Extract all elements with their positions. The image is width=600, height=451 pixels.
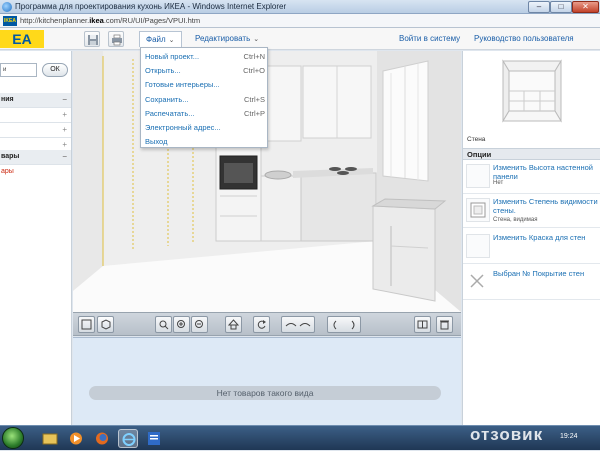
catalog-icon	[417, 320, 428, 329]
login-link[interactable]: Войти в систему	[399, 34, 460, 43]
option-title[interactable]: Изменить Высота настенной панели	[493, 163, 599, 181]
view-3d-button[interactable]	[97, 316, 114, 333]
expand-icon: +	[62, 125, 67, 134]
printer-icon	[112, 34, 122, 46]
window-titlebar: Программа для проектирования кухонь ИКЕА…	[0, 0, 600, 14]
option-item[interactable]: Изменить Краска для стен	[463, 231, 600, 264]
menu-item-print[interactable]: Распечатать... Ctrl+P	[145, 109, 265, 118]
option-title[interactable]: Изменить Степень видимости стены.	[493, 197, 599, 215]
zoom-out-icon	[195, 320, 203, 328]
option-item[interactable]: Изменить Высота настенной панели Нет	[463, 161, 600, 194]
menu-item-email[interactable]: Электронный адрес...	[145, 123, 265, 132]
window-title: Программа для проектирования кухонь ИКЕА…	[15, 2, 287, 11]
cube-icon	[101, 319, 111, 330]
tray-clock[interactable]: 19:24	[560, 433, 578, 440]
info-button[interactable]	[414, 316, 431, 333]
category-row[interactable]: ния –	[0, 93, 71, 108]
search-input[interactable]: и	[0, 63, 37, 77]
option-thumbnail	[466, 234, 490, 258]
zoom-out-button[interactable]	[191, 316, 208, 333]
option-item[interactable]: Выбран № Покрытие стен	[463, 267, 600, 300]
rotate-arrows-icon	[333, 320, 355, 330]
menu-item-exit[interactable]: Выход	[145, 137, 265, 146]
option-subtitle: Нет	[493, 180, 504, 186]
maximize-button[interactable]: □	[550, 1, 572, 13]
view-toolbar	[73, 312, 461, 336]
preview-label: Стена	[467, 136, 486, 143]
user-guide-link[interactable]: Руководство пользователя	[474, 34, 574, 43]
trash-icon	[440, 320, 449, 330]
media-player-taskbar-icon[interactable]	[66, 429, 86, 448]
wall-preview	[463, 51, 600, 146]
app-header: EA Файл ⌄ Редактировать ⌄ Войти в систему …	[0, 28, 600, 50]
floppy-disk-icon	[88, 35, 98, 45]
save-disk-button[interactable]	[84, 31, 100, 47]
options-heading: Опции	[463, 148, 600, 160]
category-row[interactable]: +	[0, 123, 71, 138]
product-list-area: Нет товаров такого вида	[73, 337, 461, 425]
expand-icon: +	[62, 110, 67, 119]
zoom-area-icon	[159, 320, 169, 330]
search-ok-button[interactable]: ОК	[42, 63, 68, 77]
undo-button[interactable]	[253, 316, 270, 333]
wall-visibility-icon	[470, 202, 486, 218]
home-icon	[228, 319, 239, 330]
url-text[interactable]: http://kitchenplanner.ikea.com/RU/UI/Pag…	[20, 16, 200, 25]
menu-item-ready-interiors[interactable]: Готовые интерьеры...	[145, 80, 265, 89]
pan-arrows-icon	[285, 323, 311, 327]
menu-edit-label: Редактировать	[195, 34, 251, 43]
option-thumbnail	[466, 164, 490, 188]
minimize-button[interactable]: –	[528, 1, 550, 13]
category-row[interactable]: вары –	[0, 150, 71, 165]
square-icon	[81, 319, 92, 330]
start-button[interactable]	[2, 427, 24, 449]
right-panel: Стена Опции Изменить Высота настенной па…	[462, 51, 600, 425]
file-menu-dropdown: Новый проект... Ctrl+N Открыть... Ctrl+O Г…	[140, 47, 268, 148]
address-bar[interactable]: IKEA http://kitchenplanner.ikea.com/RU/U…	[0, 14, 600, 28]
category-row-selected[interactable]: ары	[0, 165, 71, 180]
zoom-in-button[interactable]	[173, 316, 190, 333]
option-title[interactable]: Выбран № Покрытие стен	[493, 269, 599, 279]
no-covering-icon	[466, 270, 490, 294]
close-button[interactable]: ✕	[572, 1, 599, 13]
internet-explorer-taskbar-icon[interactable]	[118, 429, 138, 448]
option-subtitle: Стена, видимая	[493, 217, 538, 223]
chevron-down-icon: ⌄	[168, 37, 175, 44]
menu-file-label: Файл	[146, 35, 166, 44]
rotate-view-button[interactable]	[327, 316, 361, 333]
menu-item-new-project[interactable]: Новый проект... Ctrl+N	[145, 52, 265, 61]
internet-explorer-icon	[2, 2, 12, 12]
chevron-down-icon: ⌄	[253, 36, 260, 43]
option-title[interactable]: Изменить Краска для стен	[493, 233, 599, 243]
menu-item-save[interactable]: Сохранить... Ctrl+S	[145, 95, 265, 104]
left-panel: и ОК ния – + + + вары – ары	[0, 51, 72, 425]
delete-button[interactable]	[436, 316, 453, 333]
ikea-logo: EA	[0, 30, 44, 48]
menu-file[interactable]: Файл ⌄	[139, 31, 182, 47]
pan-button[interactable]	[281, 316, 315, 333]
home-view-button[interactable]	[225, 316, 242, 333]
option-thumbnail	[466, 198, 490, 222]
ikea-favicon: IKEA	[3, 16, 17, 26]
view-2d-button[interactable]	[78, 316, 95, 333]
collapse-icon: –	[62, 152, 67, 161]
explorer-taskbar-icon[interactable]	[40, 429, 60, 448]
zoom-area-button[interactable]	[155, 316, 172, 333]
firefox-taskbar-icon[interactable]	[92, 429, 112, 448]
rotate-left-icon	[257, 320, 266, 329]
watermark: отзовик	[470, 425, 544, 444]
category-row[interactable]: +	[0, 108, 71, 123]
menu-item-open[interactable]: Открыть... Ctrl+O	[145, 66, 265, 75]
print-button[interactable]	[108, 31, 124, 47]
collapse-icon: –	[62, 95, 67, 104]
option-item[interactable]: Изменить Степень видимости стены. Стена,…	[463, 195, 600, 228]
expand-icon: +	[62, 140, 67, 149]
wall-thumbnail-icon	[502, 59, 562, 123]
empty-products-message: Нет товаров такого вида	[89, 386, 441, 400]
menu-edit[interactable]: Редактировать ⌄	[195, 34, 259, 43]
zoom-in-icon	[177, 320, 185, 328]
word-taskbar-icon[interactable]	[144, 429, 164, 448]
